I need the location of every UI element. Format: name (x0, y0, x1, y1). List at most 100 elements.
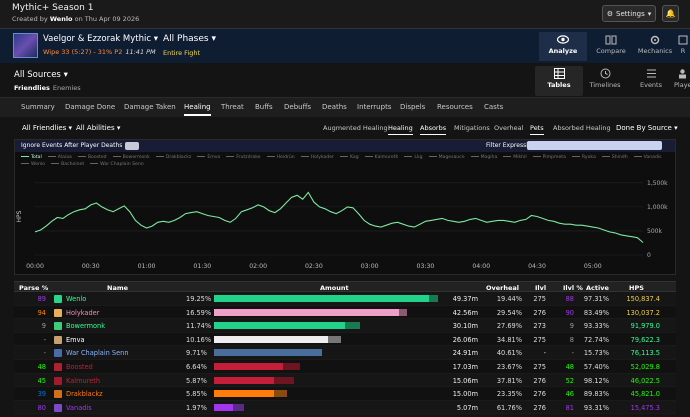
overheal-value: 34.81% (496, 335, 522, 344)
header-overheal[interactable]: Overheal (486, 284, 519, 292)
legend-item[interactable]: Lkg (404, 154, 423, 161)
amount-value: 15.00m (452, 390, 478, 399)
subtab-absorbed-healing[interactable]: Absorbed Healing (553, 124, 611, 132)
tab-debuffs[interactable]: Debuffs (284, 103, 311, 111)
header-hps[interactable]: HPS (629, 284, 644, 292)
legend-item[interactable]: Shindh (601, 154, 628, 161)
subtab-healing[interactable]: Healing (388, 124, 413, 135)
overheal-bar (274, 390, 288, 398)
ilvl-value: 276 (533, 390, 546, 399)
legend-item[interactable]: War Chaplain Senn (90, 161, 144, 168)
legend-item[interactable]: Magesauce (428, 154, 465, 161)
legend-item[interactable]: Vanadis (633, 154, 662, 161)
overheal-value: 37.81% (496, 376, 522, 385)
source-selector[interactable]: All Sources ▾ (14, 70, 68, 80)
tab-damage-taken[interactable]: Damage Taken (124, 103, 176, 111)
subtab-absorbs[interactable]: Absorbs (420, 124, 447, 135)
table-row[interactable]: 80 Vanadis 1.97% 5.07m 61.76% 276 81 93.31% 15,4… (14, 400, 676, 415)
subtab-augmented-healing[interactable]: Augmented Healing (323, 124, 388, 132)
legend-item[interactable]: Bowermonk (112, 154, 150, 161)
active-value: 89.83% (583, 390, 609, 399)
view-events[interactable]: Events (627, 66, 675, 96)
player-name: Holykader (66, 308, 100, 317)
header-parse[interactable]: Parse % (19, 284, 48, 292)
nav-mechanics[interactable]: Mechanics (631, 32, 679, 61)
enemies-toggle[interactable]: Enemies (53, 84, 81, 92)
legend-item[interactable]: Drakblackz (155, 154, 191, 161)
legend-item[interactable]: Kag (340, 154, 359, 161)
table-row[interactable]: 94 Holykader 16.59% 42.56m 29.54% 276 90 83.49%… (14, 305, 676, 320)
view-players[interactable]: Players (674, 66, 690, 96)
tab-casts[interactable]: Casts (484, 103, 503, 111)
settings-button[interactable]: ⚙ Settings ▾ (602, 5, 656, 22)
legend-item[interactable]: Mikhil (503, 154, 527, 161)
subtab-pets[interactable]: Pets (530, 124, 544, 135)
tab-threat[interactable]: Threat (221, 103, 244, 111)
x-tick-label: 03:00 (361, 263, 379, 270)
view-timelines[interactable]: Timelines (581, 66, 629, 96)
group-by-selector[interactable]: Done By Source ▾ (616, 124, 678, 132)
legend-item[interactable]: Alaiaa (47, 154, 72, 161)
legend-item[interactable]: Total (21, 154, 42, 161)
header-ilvl[interactable]: Ilvl (535, 284, 546, 292)
legend-item[interactable]: Pimpmeta (532, 154, 566, 161)
tab-deaths[interactable]: Deaths (322, 103, 347, 111)
legend-item[interactable]: Ryoka (571, 154, 596, 161)
header-amount[interactable]: Amount (320, 284, 349, 292)
amount-percent: 16.59% (186, 308, 212, 317)
tab-resources[interactable]: Resources (437, 103, 473, 111)
header-ilvl-pct[interactable]: Ilvl % (563, 284, 583, 292)
creator-name[interactable]: Wenlo (50, 15, 73, 23)
table-row[interactable]: - Emva 10.16% 26.06m 34.81% 275 8 72.74% 79,622.… (14, 332, 676, 347)
filter-expression-input[interactable] (527, 141, 662, 150)
player-name: Boosted (66, 362, 93, 371)
legend-item[interactable]: Bachoinet (51, 161, 84, 168)
active-value: 97.31% (583, 295, 609, 303)
ilvl-pct-value: 90 (565, 308, 574, 317)
legend-item[interactable]: Heidrün (266, 154, 295, 161)
subtab-overheal[interactable]: Overheal (494, 124, 523, 132)
ignore-deaths-toggle[interactable] (125, 142, 139, 150)
view-tables[interactable]: Tables (535, 66, 583, 96)
table-row[interactable]: 39 Drakblackz 5.85% 15.00m 23.35% 276 46 89.83%… (14, 387, 676, 401)
x-tick-label: 04:30 (528, 263, 546, 270)
tab-buffs[interactable]: Buffs (255, 103, 273, 111)
events-icon (627, 66, 675, 81)
phase-sub: Entire Fight (163, 49, 201, 57)
tab-dispels[interactable]: Dispels (400, 103, 425, 111)
table-row[interactable]: 89 Wenlo 19.25% 49.37m 19.44% 275 88 97.31% 150,… (14, 292, 676, 306)
tab-summary[interactable]: Summary (21, 103, 55, 111)
abilities-filter[interactable]: All Abilities ▾ (76, 124, 120, 132)
legend-item[interactable]: Wenlo (21, 161, 45, 168)
table-row[interactable]: - War Chaplain Senn 9.71% 24.91m 40.61% - -15.… (14, 346, 676, 360)
friendlies-filter[interactable]: All Friendlies ▾ (22, 124, 72, 132)
tab-healing[interactable]: Healing (184, 103, 211, 116)
class-icon (54, 308, 62, 317)
table-row[interactable]: 45 Kalmureth 5.87% 15.06m 37.81% 276 52 98.12% 4… (14, 373, 676, 388)
legend-item[interactable]: Emva (197, 154, 220, 161)
nav-compare[interactable]: Compare (587, 32, 635, 61)
legend-item[interactable]: Holykader (300, 154, 334, 161)
nav-analyze[interactable]: Analyze (539, 32, 587, 61)
legend-item[interactable]: Kalmureth (364, 154, 398, 161)
boss-selector[interactable]: Vaelgor & Ezzorak Mythic ▾ (43, 34, 158, 44)
header-name[interactable]: Name (107, 284, 128, 292)
tab-interrupts[interactable]: Interrupts (357, 103, 391, 111)
legend-item[interactable]: Magiha (470, 154, 497, 161)
table-row[interactable]: 48 Boosted 6.64% 17.03m 23.67% 275 48 57.40% 52,… (14, 359, 676, 374)
legend-item[interactable]: Boosted (77, 154, 107, 161)
tab-damage-done[interactable]: Damage Done (65, 103, 115, 111)
legend-item[interactable]: Frutzdrake (226, 154, 261, 161)
phase-selector[interactable]: All Phases ▾ (163, 34, 216, 44)
overheal-bar (282, 362, 300, 370)
amount-percent: 10.16% (186, 335, 212, 344)
active-value: 93.33% (583, 322, 609, 331)
friendlies-toggle[interactable]: Friendlies (14, 84, 50, 92)
pull-result: Wipe 33 (5:27) - 31% P2 11:41 PM (43, 48, 156, 56)
header-active[interactable]: Active (586, 284, 609, 292)
nav-report[interactable]: R (676, 32, 690, 61)
table-row[interactable]: 9 Bowermonk 11.74% 30.10m 27.69% 273 9 93.33% 91… (14, 319, 676, 333)
notification-button[interactable]: 🔔 (662, 5, 679, 22)
subtab-mitigations[interactable]: Mitigations (454, 124, 490, 132)
class-icon (54, 362, 62, 371)
